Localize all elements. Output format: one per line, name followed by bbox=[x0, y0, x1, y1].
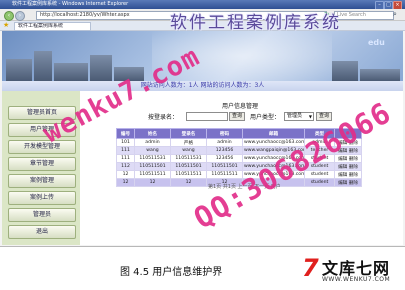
table-cell: 123456 bbox=[206, 146, 243, 155]
logo-mark: 7 bbox=[302, 254, 319, 282]
column-header: 邮箱 bbox=[242, 128, 305, 139]
table-cell: 12 bbox=[116, 178, 135, 187]
sidebar-item-logout[interactable]: 退出 bbox=[8, 225, 76, 239]
row-actions[interactable]: 编辑 删除 bbox=[334, 170, 362, 179]
table-cell: 110511501 bbox=[134, 162, 171, 171]
column-header: 登录名 bbox=[170, 128, 207, 139]
table-cell: 110511501 bbox=[206, 162, 243, 171]
table-cell: wang bbox=[134, 146, 171, 155]
sidebar-item-chapter-management[interactable]: 章节管理 bbox=[8, 157, 76, 171]
table-cell: 111 bbox=[116, 154, 135, 163]
table-cell: 12 bbox=[116, 170, 135, 179]
table-cell: 110511511 bbox=[134, 170, 171, 179]
chevron-down-icon: ▼ bbox=[308, 114, 312, 119]
table-cell: 101 bbox=[116, 138, 135, 147]
query-user-button[interactable]: 查询 bbox=[229, 112, 245, 121]
table-cell: 12 bbox=[134, 178, 171, 187]
table-cell: 110511501 bbox=[170, 162, 207, 171]
table-cell: wang bbox=[170, 146, 207, 155]
banner-building bbox=[34, 51, 52, 81]
table-cell: student bbox=[304, 178, 335, 187]
banner-building bbox=[332, 61, 358, 81]
user-type-select[interactable]: 管理员 ▼ bbox=[284, 112, 314, 121]
table-cell: 12 bbox=[170, 178, 207, 187]
window-title: 软件工程案例库系统 - Windows Internet Explorer bbox=[12, 1, 129, 7]
header-banner bbox=[2, 31, 403, 81]
query-type-button[interactable]: 查询 bbox=[316, 112, 332, 121]
table-cell: 110511531 bbox=[170, 154, 207, 163]
favorites-star-icon[interactable]: ★ bbox=[3, 21, 9, 29]
system-title: 软件工程案例库系统 bbox=[170, 13, 341, 33]
figure-caption: 图 4.5 用户信息维护界 bbox=[120, 267, 223, 278]
column-header: 姓名 bbox=[134, 128, 171, 139]
banner-building bbox=[54, 63, 88, 81]
logo-url: WWW.WENKU7.COM bbox=[322, 276, 391, 283]
page-title: 用户信息管理 bbox=[222, 103, 259, 110]
table-cell: admin bbox=[206, 138, 243, 147]
table-cell: 123456 bbox=[206, 154, 243, 163]
query-user-label: 按登录名： bbox=[148, 114, 179, 121]
visitor-stats: 网站访问人数为：1人 网站的访问人数为：3人 bbox=[2, 81, 403, 91]
forward-arrow-icon[interactable]: › bbox=[15, 11, 25, 21]
table-cell: 110511531 bbox=[134, 154, 171, 163]
sidebar-item-case-management[interactable]: 案例管理 bbox=[8, 174, 76, 188]
table-cell: 严格 bbox=[170, 138, 207, 147]
row-actions[interactable]: 编辑 删除 bbox=[334, 178, 362, 187]
column-header: 密码 bbox=[206, 128, 243, 139]
login-name-input[interactable] bbox=[186, 112, 228, 121]
sidebar-item-administrator[interactable]: 管理员 bbox=[8, 208, 76, 222]
table-cell: 111 bbox=[116, 146, 135, 155]
table-cell: 110511511 bbox=[170, 170, 207, 179]
banner-building bbox=[6, 59, 32, 81]
row-actions[interactable]: 编辑 删除 bbox=[334, 162, 362, 171]
column-header: 编号 bbox=[116, 128, 135, 139]
table-cell: admin bbox=[134, 138, 171, 147]
banner-edu-text: edu bbox=[368, 38, 385, 47]
banner-building bbox=[360, 69, 400, 81]
sidebar-item-case-upload[interactable]: 案例上传 bbox=[8, 191, 76, 205]
browser-search-input[interactable]: Live Search bbox=[334, 11, 394, 20]
query-type-label: 用户类型： bbox=[250, 114, 281, 121]
banner-building bbox=[90, 55, 112, 81]
search-icon[interactable]: ⌕ bbox=[393, 10, 397, 19]
table-cell: 112 bbox=[116, 162, 135, 171]
user-type-selected: 管理员 bbox=[287, 113, 303, 119]
tab-current-page[interactable]: 软件工程案例库系统 bbox=[14, 22, 91, 31]
back-arrow-icon[interactable]: ‹ bbox=[4, 11, 14, 21]
